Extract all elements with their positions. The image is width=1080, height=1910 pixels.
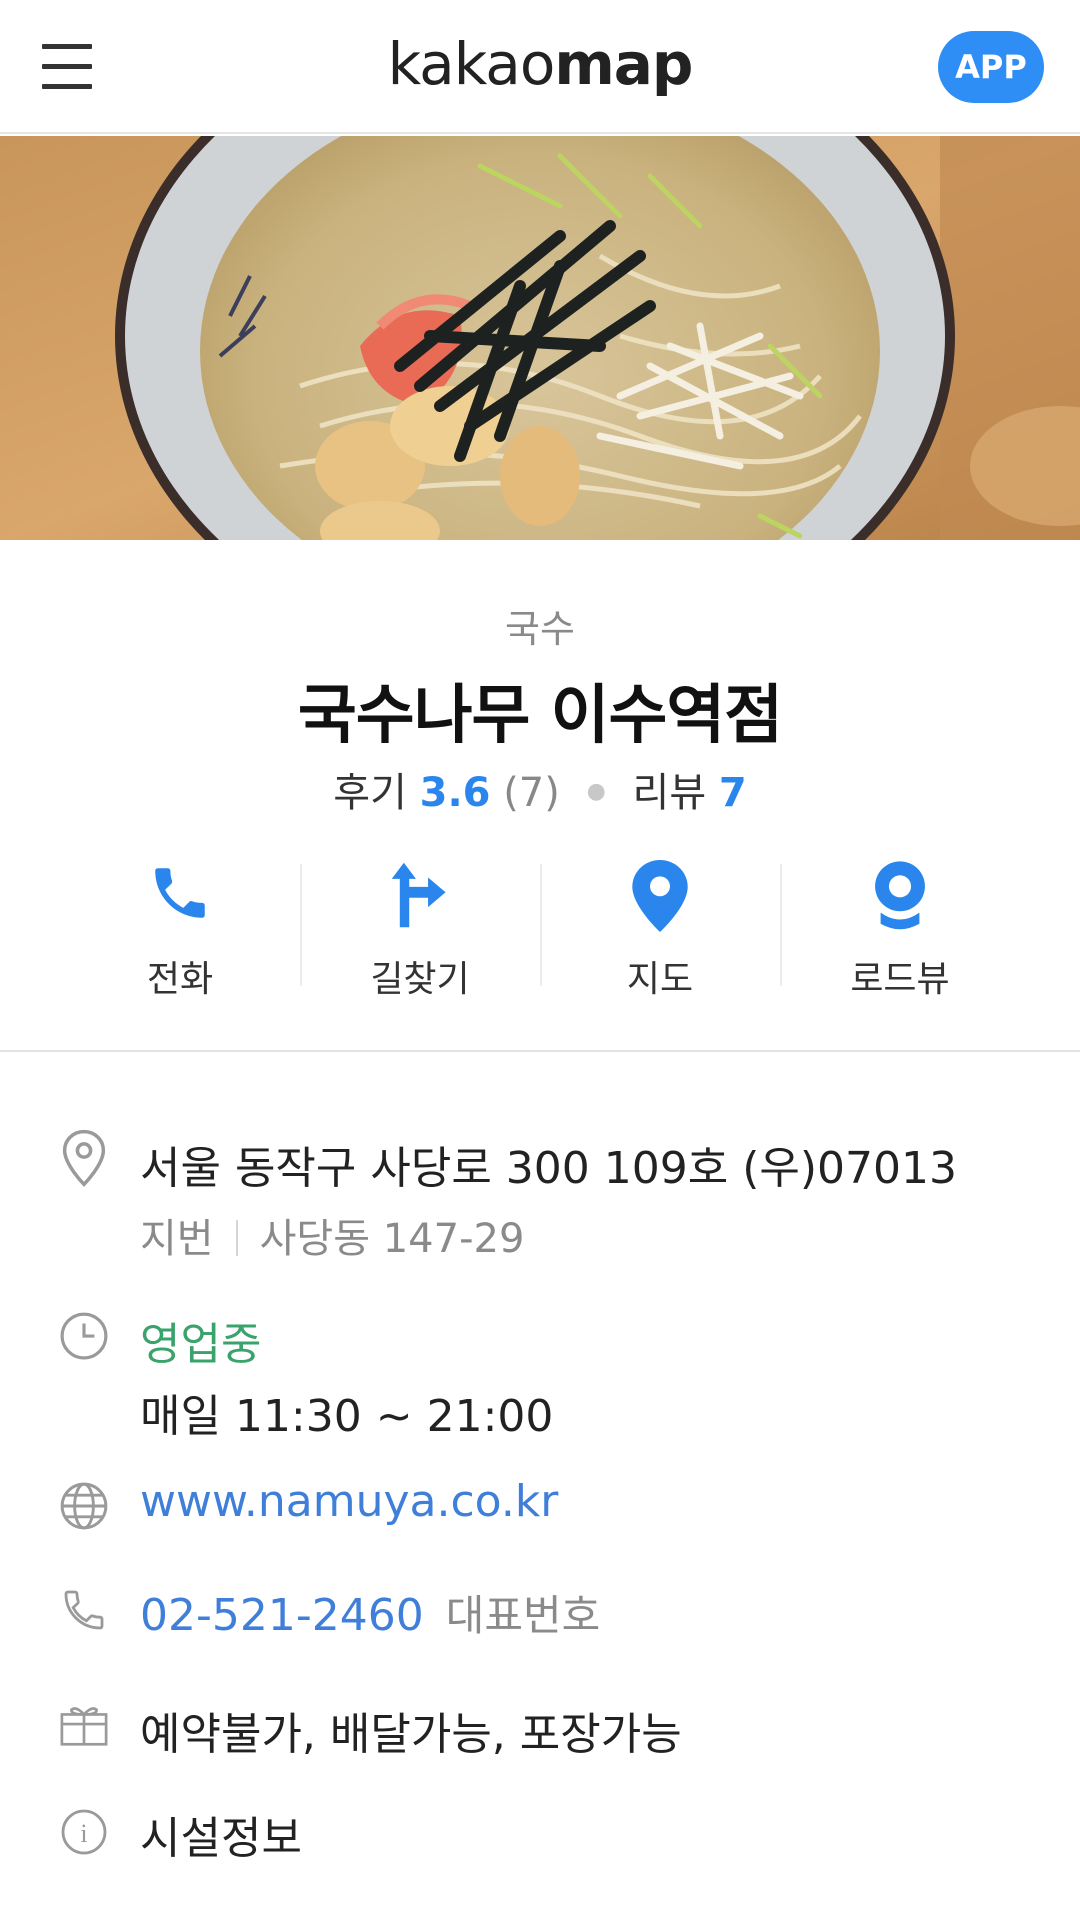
roadview-button[interactable]: 로드뷰	[780, 860, 1020, 1000]
lot-address-row: 지번 사당동 147-29	[140, 1206, 524, 1264]
phone-icon	[155, 868, 205, 918]
divider	[235, 1220, 238, 1256]
lot-label: 지번	[140, 1216, 214, 1262]
call-label: 전화	[146, 959, 214, 1000]
phone-outline-icon	[58, 1584, 110, 1636]
top-header: kakaomap APP	[0, 0, 1080, 134]
lot-address: 사당동 147-29	[259, 1216, 525, 1262]
phone-row: 02-521-2460 대표번호	[140, 1582, 600, 1643]
blog-review-label: 리뷰	[632, 770, 707, 816]
open-status: 영업중	[140, 1319, 262, 1370]
facility-info[interactable]: 시설정보	[140, 1802, 302, 1866]
location-pin-icon	[58, 1129, 110, 1187]
map-label: 지도	[626, 959, 694, 1000]
road-address[interactable]: 서울 동작구 사당로 300 109호 (우)07013	[140, 1132, 957, 1196]
phone-number-link[interactable]: 02-521-2460	[140, 1590, 424, 1641]
separator-dot: ●	[586, 779, 606, 804]
section-divider	[0, 1050, 1080, 1052]
directions-icon	[391, 862, 446, 928]
phone-note: 대표번호	[445, 1591, 601, 1640]
kakaomap-logo[interactable]: kakaomap	[0, 30, 1080, 98]
blog-review-count: 7	[718, 770, 747, 816]
review-count: (7)	[503, 770, 560, 816]
roadview-label: 로드뷰	[850, 959, 950, 1000]
place-title: 국수나무 이수역점	[297, 679, 783, 753]
directions-label: 길찾기	[370, 959, 470, 1000]
gift-box-icon	[58, 1700, 110, 1752]
review-label: 후기	[333, 770, 407, 816]
svg-text:i: i	[80, 1819, 87, 1848]
directions-button[interactable]: 길찾기	[300, 860, 540, 1000]
map-pin-icon	[632, 860, 688, 932]
action-bar: 전화 길찾기 지도 로드뷰	[0, 860, 1080, 1000]
clock-icon	[58, 1310, 110, 1362]
info-circle-icon: i	[58, 1806, 110, 1858]
rating-summary[interactable]: 후기 3.6 (7) ● 리뷰 7	[0, 760, 1080, 818]
website-link[interactable]: www.namuya.co.kr	[140, 1476, 558, 1527]
business-hours[interactable]: 매일 11:30 ~ 21:00	[140, 1380, 553, 1444]
open-app-button[interactable]: APP	[938, 31, 1044, 103]
service-options: 예약불가, 배달가능, 포장가능	[140, 1709, 682, 1760]
review-score: 3.6	[419, 770, 491, 816]
call-button[interactable]: 전화	[60, 860, 300, 1000]
globe-icon	[58, 1480, 110, 1532]
noodle-bowl-image	[0, 136, 1080, 540]
place-category: 국수	[505, 607, 575, 651]
roadview-icon	[875, 861, 925, 930]
map-button[interactable]: 지도	[540, 860, 780, 1000]
place-photo[interactable]	[0, 136, 1080, 540]
